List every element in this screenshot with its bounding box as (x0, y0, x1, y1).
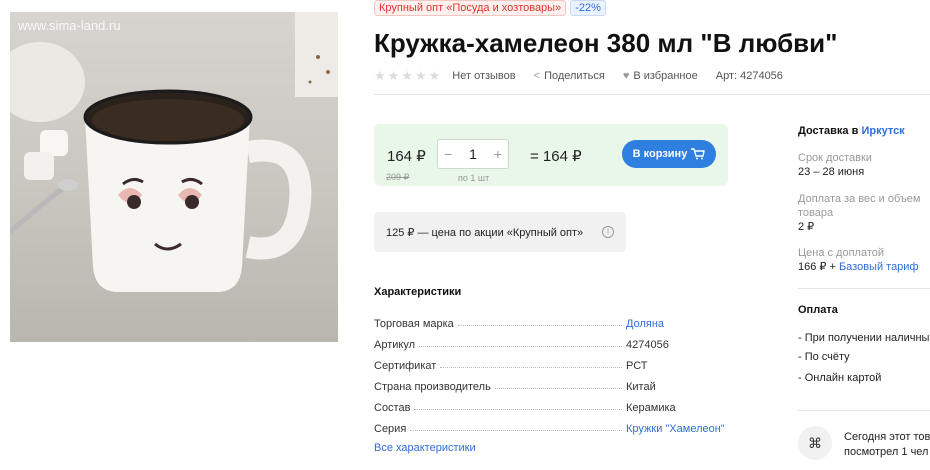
star-icon: ★ (428, 68, 441, 83)
delivery-title-label: Доставка в (798, 125, 859, 137)
promo-price-box: 125 ₽ — цена по акции «Крупный опт» i (374, 212, 626, 252)
all-characteristics-link[interactable]: Все характеристики (374, 442, 476, 454)
divider (374, 94, 930, 95)
today-viewers: ⌘ Сегодня этот тов посмотрел 1 чел (798, 426, 930, 460)
characteristic-row: Страна производитель Китай (374, 372, 744, 393)
characteristic-value[interactable]: Доляна (626, 318, 744, 330)
characteristic-value: Керамика (626, 402, 676, 414)
star-icon: ★ (387, 68, 400, 83)
product-title: Кружка-хамелеон 380 мл "В любви" (374, 28, 838, 58)
cart-icon (691, 148, 706, 160)
price-with-surcharge-amount: 166 ₽ + (798, 261, 839, 273)
rating-stars[interactable]: ★ ★ ★ ★ ★ (374, 68, 440, 84)
characteristic-row: Состав Керамика (374, 393, 744, 414)
promo-price-text: 125 ₽ — цена по акции «Крупный опт» (386, 226, 584, 239)
increase-button[interactable]: + (494, 146, 502, 162)
characteristic-key: Артикул (374, 339, 416, 351)
share-icon: < (533, 70, 541, 82)
characteristic-value: РСТ (626, 360, 648, 372)
old-price: 209 ₽ (386, 172, 410, 182)
share-label: Поделиться (544, 70, 605, 82)
dotted-leader (419, 346, 622, 347)
price-with-surcharge-label: Цена с доплатой (798, 247, 885, 259)
quantity-input[interactable]: 1 (469, 146, 477, 162)
characteristic-key: Серия (374, 423, 407, 435)
surcharge-label: Доплата за вес и объем (798, 193, 921, 205)
characteristic-value: Китай (626, 381, 656, 393)
characteristic-row: Торговая марка Доляна (374, 309, 744, 330)
favorite-label: В избранное (633, 70, 698, 82)
star-icon: ★ (401, 68, 413, 83)
price-box: 164 ₽ 209 ₽ − 1 + по 1 шт = 164 ₽ В корз… (374, 124, 728, 186)
tariff-link[interactable]: Базовый тариф (839, 261, 919, 273)
today-line-1: Сегодня этот тов (844, 431, 930, 443)
characteristic-value[interactable]: Кружки "Хамелеон" (626, 423, 744, 435)
total-price: = 164 ₽ (530, 148, 582, 165)
watermark: www.sima-land.ru (18, 18, 121, 33)
mug-illustration (10, 12, 338, 292)
characteristic-key: Страна производитель (374, 381, 491, 393)
decrease-button[interactable]: − (444, 146, 452, 162)
delivery-term-label: Срок доставки (798, 152, 872, 164)
reviews-link[interactable]: Нет отзывов (452, 70, 515, 82)
today-line-2: посмотрел 1 чел (844, 446, 929, 458)
payment-item: - Онлайн картой (798, 372, 882, 384)
binoculars-icon: ⌘ (798, 426, 832, 460)
characteristic-row: Серия Кружки "Хамелеон" (374, 414, 744, 435)
share-button[interactable]: < Поделиться (534, 70, 605, 82)
divider (798, 410, 930, 411)
delivery-title: Доставка в Иркутск (798, 125, 905, 137)
star-icon: ★ (414, 68, 427, 83)
article-number: Арт: 4274056 (715, 70, 783, 82)
current-price: 164 ₽ (387, 148, 426, 165)
promo-badge[interactable]: Крупный опт «Посуда и хозтовары» (374, 0, 567, 16)
surcharge-value: 2 ₽ (798, 221, 815, 233)
badges: Крупный опт «Посуда и хозтовары» -22% (374, 0, 606, 16)
city-link[interactable]: Иркутск (861, 125, 904, 137)
add-to-cart-button[interactable]: В корзину (622, 140, 716, 168)
payment-item: - При получении наличны (798, 332, 930, 344)
surcharge-label-2: товара (798, 207, 834, 219)
dotted-leader (410, 430, 622, 431)
product-meta: ★ ★ ★ ★ ★ Нет отзывов < Поделиться ♥ В и… (374, 68, 801, 84)
info-icon[interactable]: i (602, 226, 614, 238)
delivery-term-value: 23 – 28 июня (798, 166, 865, 178)
per-unit-note: по 1 шт (458, 173, 490, 183)
heart-icon: ♥ (622, 70, 630, 82)
payment-title: Оплата (798, 304, 838, 316)
characteristic-row: Сертификат РСТ (374, 351, 744, 372)
payment-item: - По счёту (798, 351, 850, 363)
star-icon: ★ (374, 68, 386, 83)
characteristic-value: 4274056 (626, 339, 669, 351)
dotted-leader (440, 367, 622, 368)
today-viewers-text: Сегодня этот тов посмотрел 1 чел (844, 430, 930, 460)
characteristic-key: Состав (374, 402, 411, 414)
quantity-stepper[interactable]: − 1 + (437, 139, 509, 169)
dotted-leader (457, 325, 622, 326)
characteristics-title: Характеристики (374, 286, 462, 298)
characteristics-table: Торговая марка Доляна Артикул 4274056 Сертиф… (374, 309, 744, 435)
characteristic-key: Торговая марка (374, 318, 454, 330)
favorite-button[interactable]: ♥ В избранное (623, 70, 698, 82)
discount-badge: -22% (570, 0, 606, 16)
dotted-leader (494, 388, 622, 389)
product-image[interactable]: www.sima-land.ru (10, 12, 338, 342)
cart-button-label: В корзину (632, 148, 688, 160)
characteristic-row: Артикул 4274056 (374, 330, 744, 351)
price-with-surcharge-value: 166 ₽ + Базовый тариф (798, 260, 919, 274)
divider (798, 288, 930, 289)
dotted-leader (414, 409, 622, 410)
characteristic-key: Сертификат (374, 360, 437, 372)
